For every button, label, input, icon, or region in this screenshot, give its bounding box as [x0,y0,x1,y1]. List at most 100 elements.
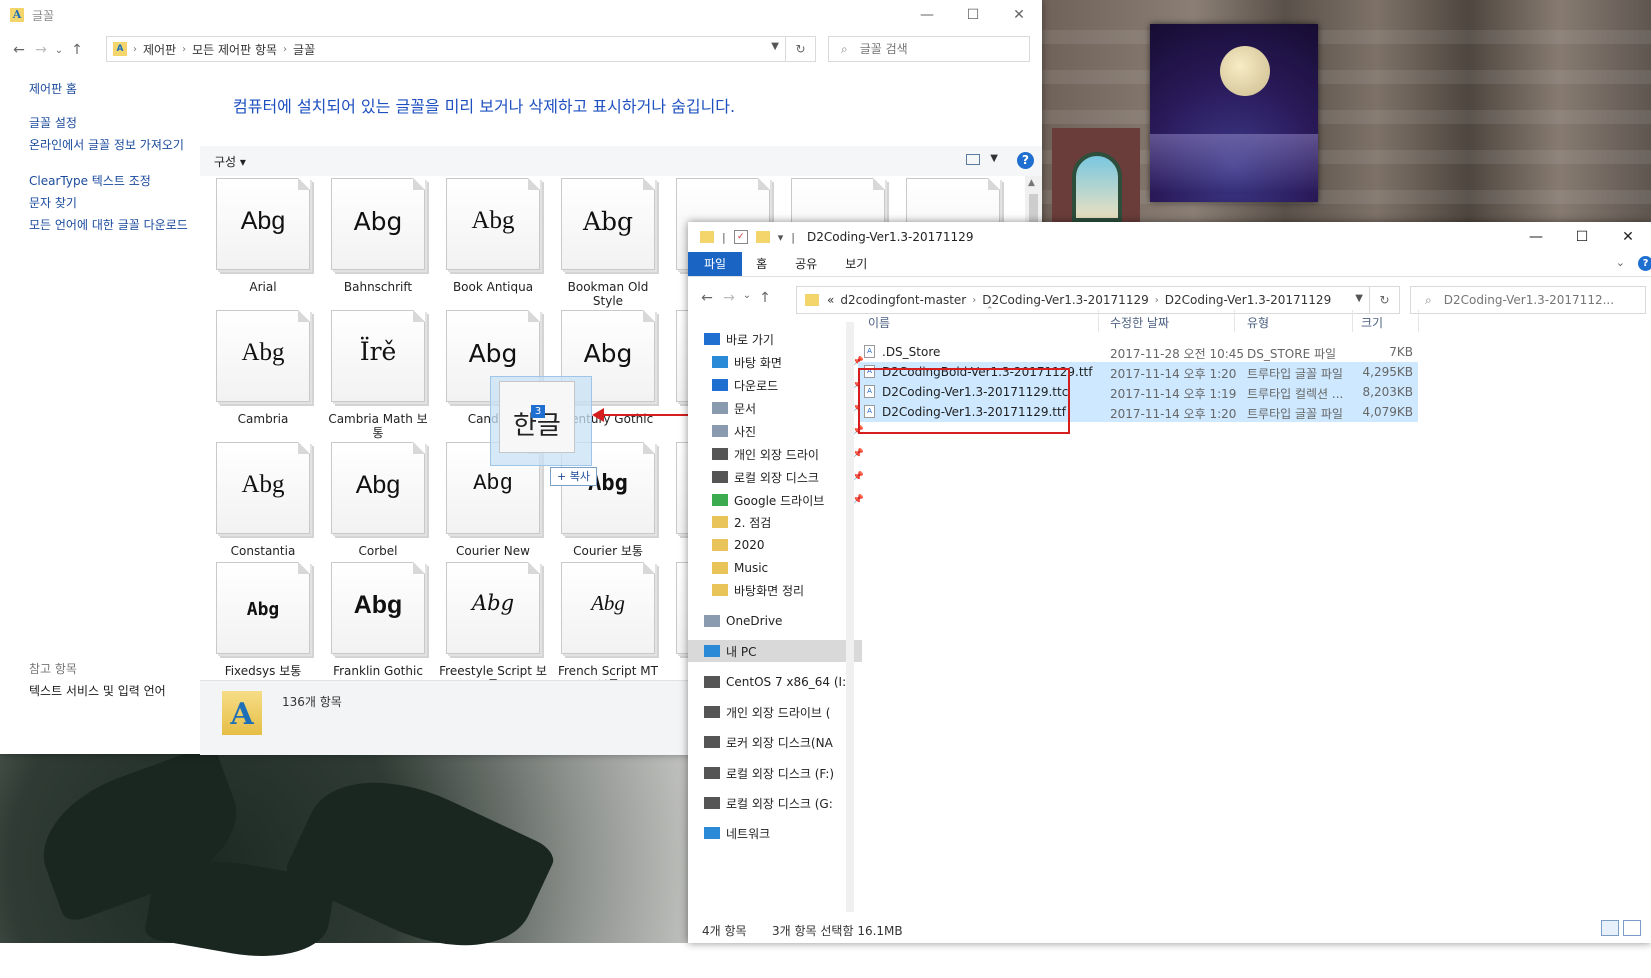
maximize-button[interactable]: ☐ [1559,222,1605,252]
font-tile-book-antiqua[interactable]: Abg Book Antiqua [439,178,547,294]
online-font-info-link[interactable]: 온라인에서 글꼴 정보 가져오기 [29,138,194,152]
breadcrumb-d2codingfont-master[interactable]: d2codingfont-master [840,293,966,307]
tab-file[interactable]: 파일 [688,252,743,276]
details-view-icon[interactable] [1601,920,1619,936]
nav-item[interactable]: folder-icon 바탕화면 정리 [688,579,870,601]
file-name: .DS_Store [882,345,941,359]
properties-icon[interactable]: ✓ [733,230,748,244]
text-services-link[interactable]: 텍스트 서비스 및 입력 언어 [29,682,166,699]
nav-item[interactable]: drive-icon 로컬 외장 디스크 (G: [688,792,862,814]
nav-item[interactable]: drive-icon로컬 외장 디스크📌 [688,466,870,488]
breadcrumb-control-panel[interactable]: 제어판 [143,41,176,58]
column-header-type[interactable]: 유형 [1247,314,1269,331]
nav-item[interactable]: pc-icon 내 PC [688,640,862,662]
font-settings-link[interactable]: 글꼴 설정 [29,116,194,130]
tab-view[interactable]: 보기 [831,252,881,276]
breadcrumb-all-items[interactable]: 모든 제어판 항목 [192,41,277,58]
font-tile-arial[interactable]: Abg Arial [209,178,317,294]
chevron-down-icon[interactable]: ▼ [990,153,998,164]
minimize-button[interactable]: — [1513,222,1559,252]
search-input[interactable] [857,41,1012,57]
refresh-button[interactable]: ↻ [786,36,816,62]
nav-item[interactable]: folder-check-icon 2. 점검 [688,511,870,533]
address-bar[interactable]: A › 제어판 › 모든 제어판 항목 › 글꼴 ▼ [106,36,786,62]
explorer-titlebar[interactable]: | ✓ ▾ | D2Coding-Ver1.3-20171129 — ☐ ✕ [688,222,1651,252]
help-icon[interactable]: ? [1017,152,1034,169]
nav-item[interactable]: drive-icon 개인 외장 드라이브 ( [688,701,862,723]
picture-icon: picture-icon [712,425,728,437]
font-tile-constantia[interactable]: Abg Constantia [209,442,317,558]
nav-item[interactable]: usb-icon CentOS 7 x86_64 (I:) [688,671,862,693]
column-divider[interactable] [1418,310,1419,332]
tab-share[interactable]: 공유 [781,252,831,276]
recent-locations-icon[interactable]: ⌄ [52,45,66,56]
minimize-button[interactable]: — [904,0,950,30]
font-tile-bookman[interactable]: Abg Bookman Old Style [554,178,662,308]
new-folder-icon[interactable] [755,231,770,243]
font-tile-fixedsys[interactable]: Abg Fixedsys 보통 [209,562,317,678]
recent-locations-icon[interactable]: ⌄ [740,290,754,306]
customize-toolbar-icon[interactable]: ▾ [778,231,784,244]
forward-icon[interactable]: → [718,290,740,306]
help-icon[interactable]: ? [1638,256,1651,271]
font-tile-freestyle-script[interactable]: AbgFreestyle Script 보통 [439,562,547,692]
nav-item[interactable]: cloud-icon OneDrive [688,610,862,632]
download-fonts-link[interactable]: 모든 언어에 대한 글꼴 다운로드 [29,218,194,232]
nav-item[interactable]: download-icon다운로드📌 [688,374,870,396]
font-tile-cambria[interactable]: Abg Cambria [209,310,317,426]
close-button[interactable]: ✕ [1605,222,1651,252]
file-type: DS_STORE 파일 [1247,347,1337,361]
maximize-button[interactable]: ☐ [950,0,996,30]
breadcrumb-overflow[interactable]: « [827,293,834,307]
font-tile-bahnschrift[interactable]: Abg Bahnschrift [324,178,432,294]
nav-item[interactable]: star-icon 바로 가기 [688,328,862,350]
nav-item[interactable]: drive-icon개인 외장 드라이📌 [688,443,870,465]
column-divider[interactable] [1234,310,1235,332]
chevron-down-icon[interactable]: ▼ [1355,293,1363,304]
ribbon-expand-icon[interactable]: ⌄ [1616,256,1625,269]
font-name: Cambria [237,412,289,426]
up-icon[interactable]: ↑ [66,42,88,58]
organize-button[interactable]: 구성 ▾ [214,153,246,170]
chevron-down-icon[interactable]: ▼ [771,41,779,52]
nav-scrollbar[interactable] [846,322,854,912]
cleartype-link[interactable]: ClearType 텍스트 조정 [29,174,194,188]
nav-item[interactable]: network-icon 네트워크 [688,822,862,844]
nav-item[interactable]: folder-x-icon Music [688,557,870,579]
breadcrumb-d2coding-current[interactable]: D2Coding-Ver1.3-20171129 [1165,293,1331,307]
font-tile-franklin-gothic[interactable]: Abg Franklin Gothic [324,562,432,678]
nav-item[interactable]: folder-check-icon 2020 [688,534,870,556]
breadcrumb-fonts[interactable]: 글꼴 [293,41,315,58]
nav-item[interactable]: google-drive-iconGoogle 드라이브📌 [688,489,870,511]
font-tile-cambria-math[interactable]: Ïrě Cambria Math 보통 [324,310,432,440]
chevron-right-icon: › [972,294,977,306]
font-tile-corbel[interactable]: Abg Corbel [324,442,432,558]
search-box[interactable]: ⌕ [828,36,1030,62]
back-icon[interactable]: ← [696,290,718,306]
column-header-size[interactable]: 크기 [1361,314,1383,331]
fonts-titlebar[interactable]: A 글꼴 — ☐ ✕ [0,0,1042,30]
scroll-up-icon[interactable]: ▲ [1028,178,1035,188]
nav-item[interactable]: desktop-icon바탕 화면📌 [688,351,870,373]
nav-item[interactable]: document-icon문서📌 [688,397,870,419]
font-tile-french-script[interactable]: AbgFrench Script MT 보통 [554,562,662,692]
breadcrumb-d2coding-parent[interactable]: D2Coding-Ver1.3-20171129 [982,293,1148,307]
forward-icon[interactable]: → [30,42,52,58]
nav-item[interactable]: drive-icon 로컬 외장 디스크 (F:) [688,762,862,784]
close-button[interactable]: ✕ [996,0,1042,30]
file-row[interactable]: A .DS_Store 2017-11-28 오전 10:45 DS_STORE 파일… [858,342,1418,362]
tab-home[interactable]: 홈 [742,252,781,276]
back-icon[interactable]: ← [8,42,30,58]
view-icon[interactable] [966,154,980,165]
column-header-name[interactable]: 이름 [868,314,890,331]
nav-item[interactable]: picture-icon사진📌 [688,420,870,442]
nav-item[interactable]: drive-icon 로커 외장 디스크(NA [688,731,862,753]
column-divider[interactable] [1352,310,1353,332]
nav-item-label: 개인 외장 드라이 [734,447,819,462]
find-character-link[interactable]: 문자 찾기 [29,196,194,210]
control-panel-home-link[interactable]: 제어판 홈 [29,82,194,96]
column-header-date[interactable]: 수정한 날짜 [1110,314,1169,331]
column-divider[interactable] [1098,310,1099,332]
large-icons-view-icon[interactable] [1623,920,1641,936]
up-icon[interactable]: ↑ [754,290,776,306]
